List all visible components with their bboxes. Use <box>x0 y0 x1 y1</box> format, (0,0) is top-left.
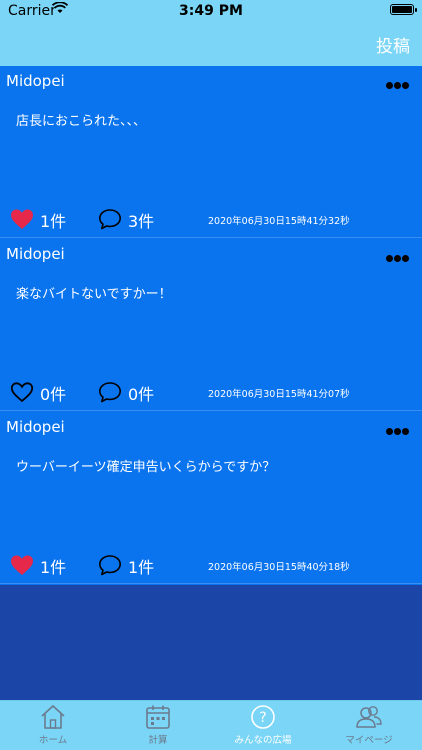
post-card: Midopei 店長におこられた、、、 1件 3件 2020年06月30日15時… <box>0 66 422 238</box>
like-count: 1件 <box>40 558 67 577</box>
tab-plaza[interactable]: ? みんなの広場 <box>223 703 303 746</box>
tab-label: マイページ <box>345 735 393 746</box>
heart-filled-icon[interactable] <box>10 554 34 576</box>
comment-count: 1件 <box>128 558 155 577</box>
post-username: Midopei <box>6 72 65 90</box>
heart-filled-icon[interactable] <box>10 208 34 230</box>
tab-label: 計算 <box>148 735 168 746</box>
post-timestamp: 2020年06月30日15時41分07秒 <box>208 389 350 400</box>
comment-icon[interactable] <box>98 381 122 403</box>
tab-home[interactable]: ホーム <box>13 703 93 746</box>
more-options-icon[interactable] <box>386 74 412 89</box>
like-count: 0件 <box>40 385 67 404</box>
comment-count: 0件 <box>128 385 155 404</box>
post-feed: Midopei 店長におこられた、、、 1件 3件 2020年06月30日15時… <box>0 66 422 585</box>
status-time: 3:49 PM <box>179 3 243 19</box>
post-card: Midopei ウーバーイーツ確定申告いくらからですか？ 1件 1件 2020年… <box>0 412 422 584</box>
heart-outline-icon[interactable] <box>10 381 34 403</box>
battery-icon <box>390 4 417 15</box>
more-options-icon[interactable] <box>386 247 412 262</box>
post-timestamp: 2020年06月30日15時40分18秒 <box>208 562 350 573</box>
status-bar: Carrier 3:49 PM <box>0 0 422 22</box>
tab-label: みんなの広場 <box>234 735 292 746</box>
like-count: 1件 <box>40 212 67 231</box>
post-username: Midopei <box>6 418 65 436</box>
comment-icon[interactable] <box>98 554 122 576</box>
post-timestamp: 2020年06月30日15時41分32秒 <box>208 216 350 227</box>
comment-count: 3件 <box>128 212 155 231</box>
tab-bar: ホーム 計算 ? みんなの広場 マイページ <box>0 700 422 750</box>
more-options-icon[interactable] <box>386 420 412 435</box>
post-button[interactable]: 投稿 <box>376 32 410 57</box>
tab-calc[interactable]: 計算 <box>118 703 198 746</box>
home-icon <box>38 703 68 731</box>
post-card: Midopei 楽なバイトないですかー！ 0件 0件 2020年06月30日15… <box>0 239 422 411</box>
post-body: 楽なバイトないですかー！ <box>16 287 172 302</box>
people-icon <box>354 703 384 731</box>
comment-icon[interactable] <box>98 208 122 230</box>
post-body: 店長におこられた、、、 <box>16 114 147 129</box>
navigation-bar: 投稿 <box>0 22 422 66</box>
question-icon: ? <box>248 703 278 731</box>
calendar-icon <box>143 703 173 731</box>
svg-text:?: ? <box>259 710 266 726</box>
post-username: Midopei <box>6 245 65 263</box>
tab-mypage[interactable]: マイページ <box>329 703 409 746</box>
post-body: ウーバーイーツ確定申告いくらからですか？ <box>16 460 276 475</box>
tab-label: ホーム <box>38 735 68 746</box>
